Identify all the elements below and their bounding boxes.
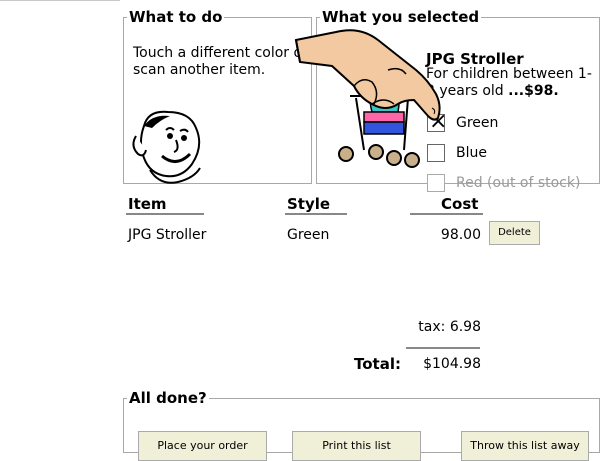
print-list-button[interactable]: Print this list	[292, 431, 421, 461]
product-price: ...$98.	[508, 83, 559, 99]
cartoon-face-illustration	[132, 110, 201, 184]
row-style: Green	[287, 227, 330, 243]
red-label: Red (out of stock)	[456, 175, 581, 191]
tax-line: tax: 6.98	[418, 319, 481, 335]
green-checkbox[interactable]	[427, 109, 447, 134]
total-value: $104.98	[423, 356, 481, 372]
throw-list-away-button[interactable]: Throw this list away	[461, 431, 589, 461]
what-you-selected-legend: What you selected	[322, 8, 480, 26]
row-item: JPG Stroller	[128, 227, 207, 243]
row-cost: 98.00	[440, 227, 481, 243]
blue-checkbox[interactable]	[427, 144, 445, 162]
total-underline	[406, 347, 480, 349]
tax-label: tax:	[418, 319, 446, 335]
all-done-legend: All done?	[129, 389, 207, 407]
column-header-style: Style	[287, 195, 331, 213]
total-label: Total:	[354, 355, 401, 373]
delete-button[interactable]: Delete	[489, 221, 540, 245]
color-option-red: Red (out of stock)	[427, 174, 580, 192]
cost-header-underline	[410, 213, 483, 215]
green-label: Green	[456, 115, 499, 131]
what-to-do-legend: What to do	[129, 8, 223, 26]
blue-label: Blue	[456, 145, 487, 161]
top-divider	[0, 0, 120, 1]
all-done-panel: All done? Place your order Print this li…	[123, 389, 600, 461]
instruction-text: Touch a different color or scan another …	[133, 45, 308, 78]
column-header-cost: Cost	[441, 195, 479, 213]
what-you-selected-panel: What you selected JPG Stroller For child…	[316, 8, 600, 192]
color-option-blue[interactable]: Blue	[427, 144, 487, 162]
what-to-do-panel: What to do Touch a different color or sc…	[123, 8, 312, 184]
tax-value: 6.98	[449, 319, 481, 335]
place-order-button[interactable]: Place your order	[138, 431, 267, 461]
column-header-item: Item	[128, 195, 167, 213]
product-description: For children between 1-3 years old ...$9…	[426, 66, 596, 100]
style-header-underline	[285, 213, 347, 215]
item-header-underline	[126, 213, 204, 215]
color-option-green[interactable]: Green	[427, 109, 499, 134]
red-checkbox	[427, 174, 445, 192]
